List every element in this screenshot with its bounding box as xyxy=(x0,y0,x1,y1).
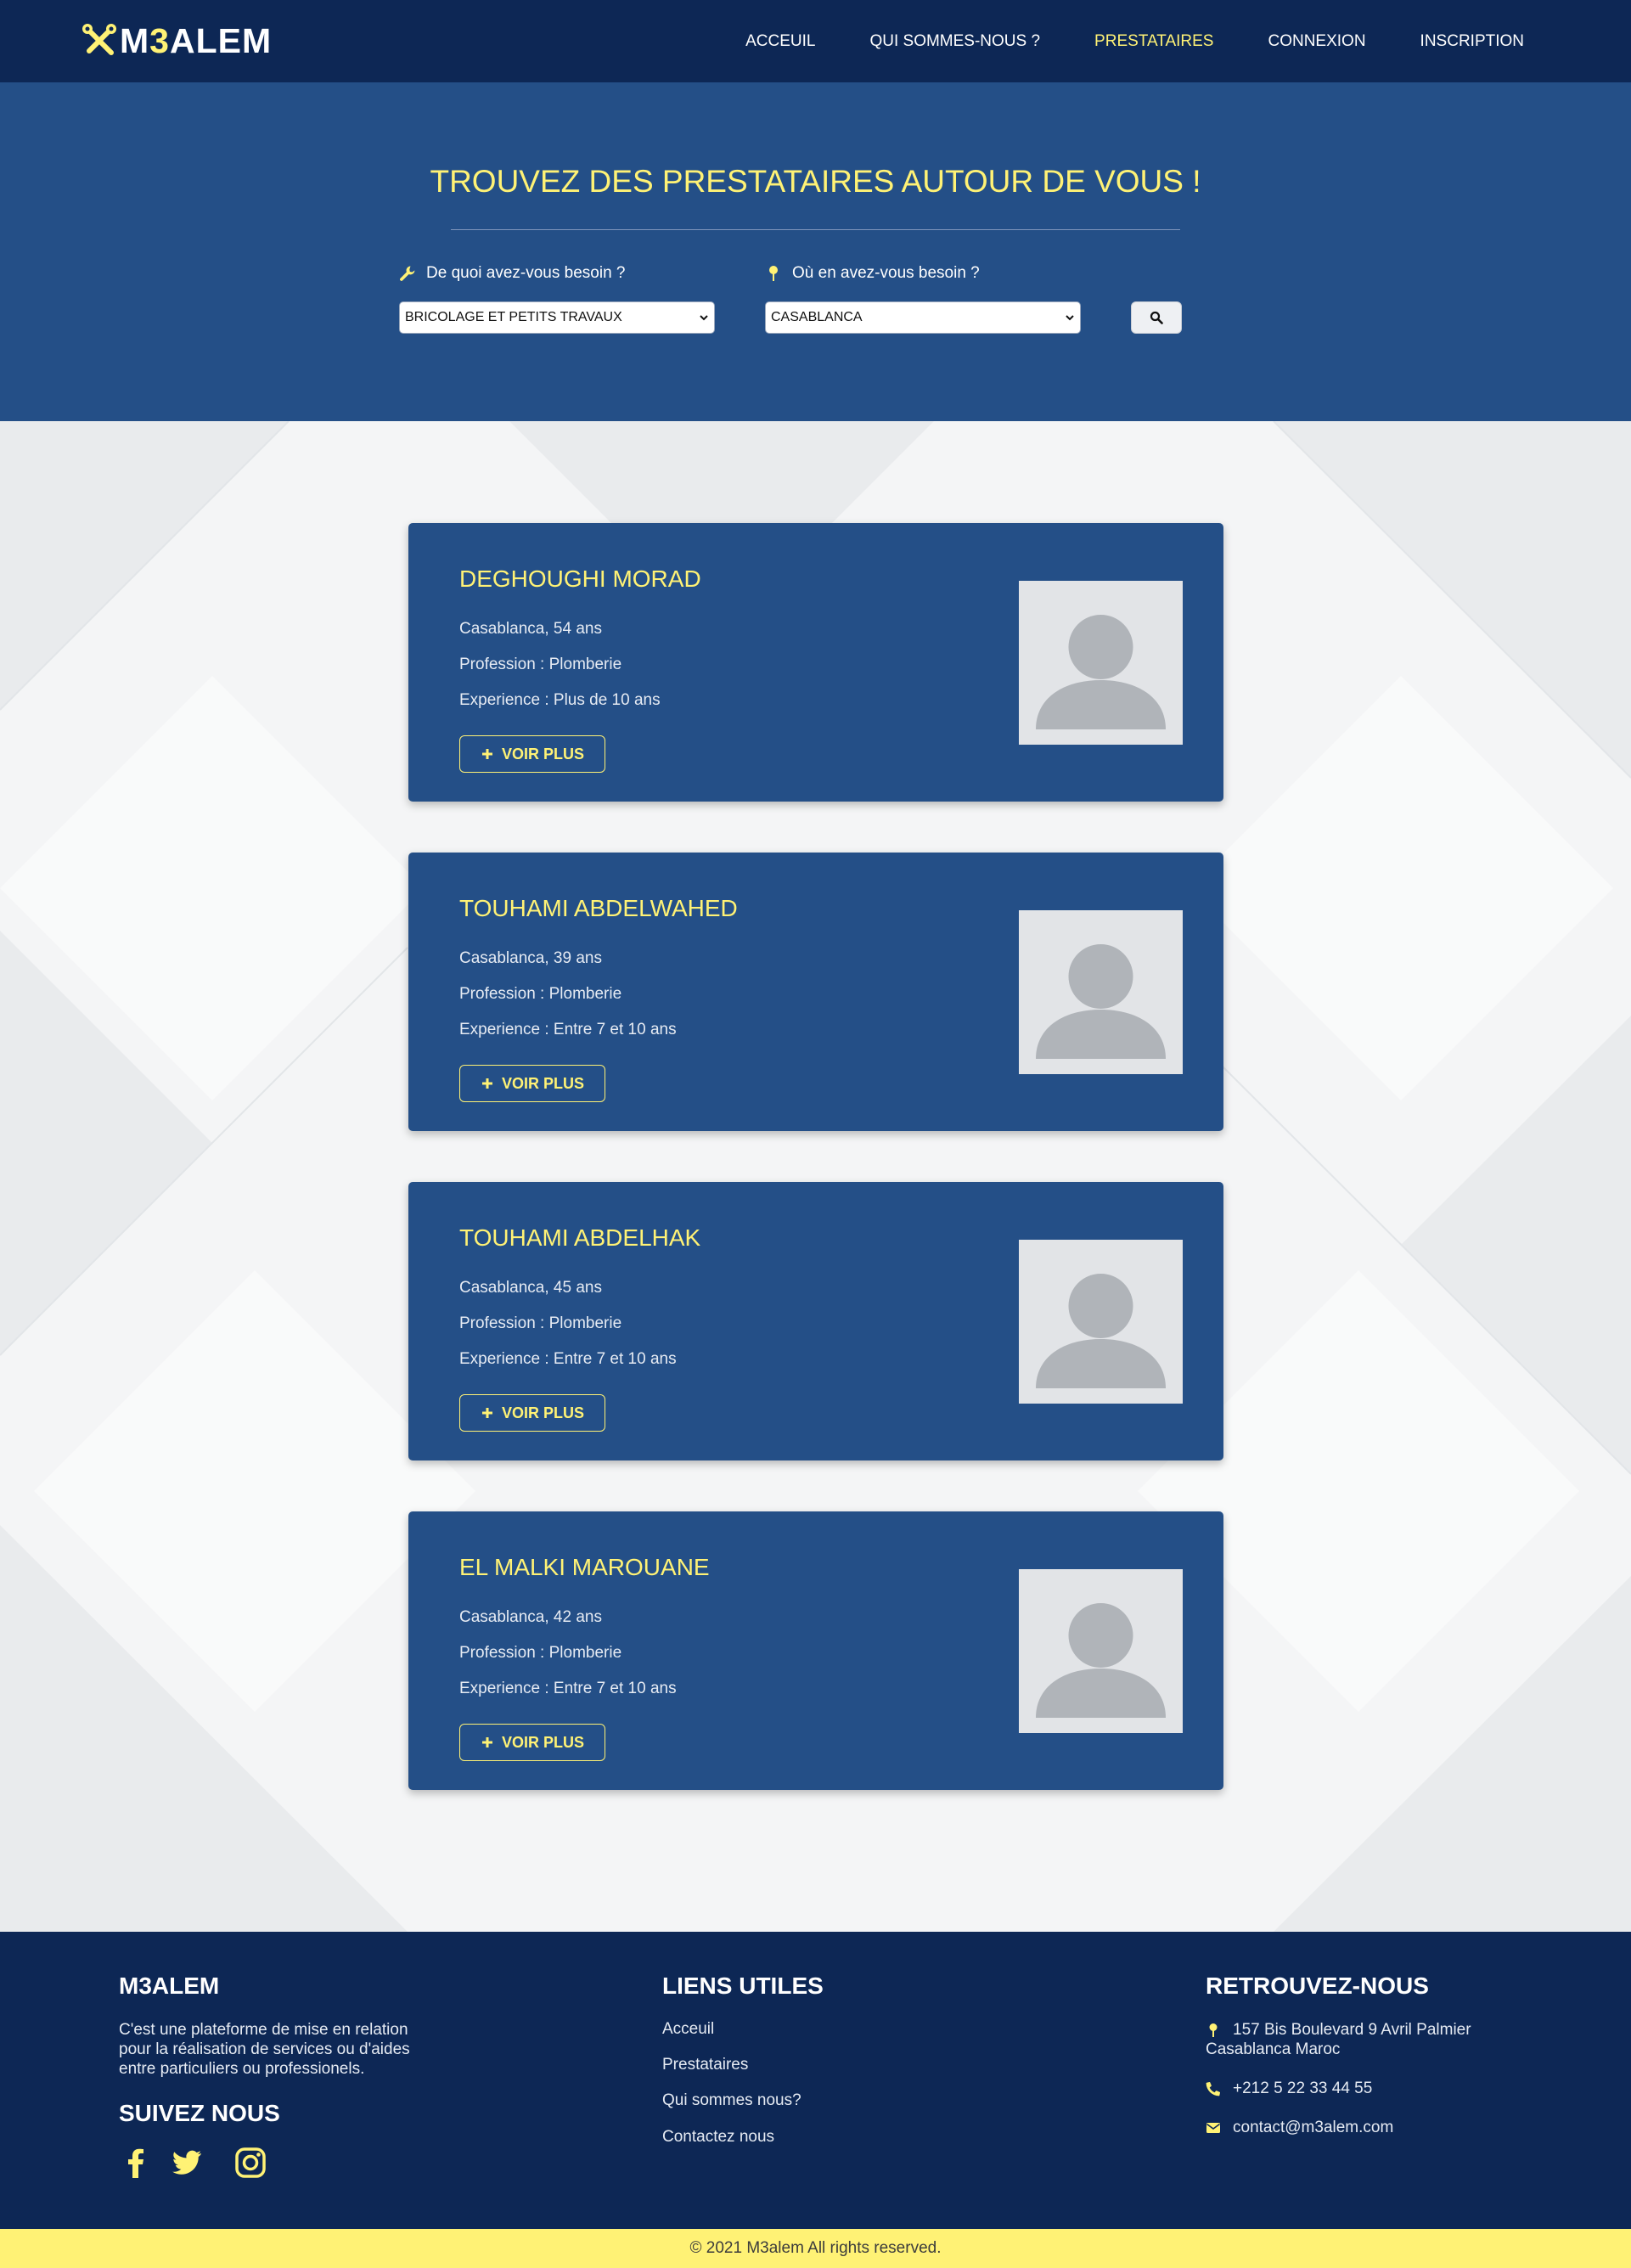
location-pin-icon xyxy=(769,266,778,281)
avatar xyxy=(1019,1569,1183,1733)
city-select[interactable]: CASABLANCA xyxy=(765,301,1081,334)
provider-experience: Experience : Entre 7 et 10 ans xyxy=(459,1680,677,1697)
nav-inscription[interactable]: INSCRIPTION xyxy=(1420,32,1524,51)
footer-about-title: M3ALEM xyxy=(119,1973,220,1999)
provider-location-age: Casablanca, 54 ans xyxy=(459,620,602,638)
provider-card: EL MALKI MAROUANE Casablanca, 42 ans Pro… xyxy=(408,1511,1223,1790)
provider-name[interactable]: TOUHAMI ABDELHAK xyxy=(459,1224,700,1252)
provider-profession: Profession : Plomberie xyxy=(459,985,622,1003)
provider-experience: Experience : Plus de 10 ans xyxy=(459,691,661,709)
copyright-bar: © 2021 M3alem All rights reserved. xyxy=(0,2229,1631,2268)
nav-acceuil[interactable]: ACCEUIL xyxy=(745,32,815,51)
footer-contact-title: RETROUVEZ-NOUS xyxy=(1206,1973,1429,1999)
search-button[interactable] xyxy=(1131,301,1182,334)
nav-prestataires[interactable]: PRESTATAIRES xyxy=(1094,32,1213,51)
voir-plus-button[interactable]: VOIR PLUS xyxy=(459,735,605,773)
footer-about-text: pour la réalisation de services ou d'aid… xyxy=(119,2040,410,2058)
nav-connexion[interactable]: CONNEXION xyxy=(1268,32,1365,51)
phone-icon xyxy=(1206,2081,1221,2096)
need-label: De quoi avez-vous besoin ? xyxy=(399,264,625,283)
footer-about-text: entre particuliers ou professionels. xyxy=(119,2060,365,2078)
facebook-icon[interactable] xyxy=(119,2146,153,2180)
twitter-icon[interactable] xyxy=(170,2146,204,2180)
address-line: Casablanca Maroc xyxy=(1206,2040,1341,2058)
provider-card: DEGHOUGHI MORAD Casablanca, 54 ans Profe… xyxy=(408,523,1223,802)
footer-links-title: LIENS UTILES xyxy=(662,1973,824,1999)
footer-link-prestataires[interactable]: Prestataires xyxy=(662,2056,748,2074)
hero-title: TROUVEZ DES PRESTATAIRES AUTOUR DE VOUS … xyxy=(430,164,1201,199)
voir-plus-button[interactable]: VOIR PLUS xyxy=(459,1394,605,1432)
plus-icon xyxy=(481,1737,492,1747)
footer-phone: +212 5 22 33 44 55 xyxy=(1206,2079,1372,2098)
voir-plus-button[interactable]: VOIR PLUS xyxy=(459,1724,605,1761)
chevron-down-icon xyxy=(700,315,708,321)
brand-logo[interactable]: M3ALEM xyxy=(81,19,272,63)
footer-address: 157 Bis Boulevard 9 Avril Palmier Casabl… xyxy=(1206,2020,1471,2059)
wrench-icon xyxy=(400,266,415,281)
tools-icon xyxy=(82,24,116,55)
location-pin-icon xyxy=(1209,2023,1218,2037)
main-nav: ACCEUIL QUI SOMMES-NOUS ? PRESTATAIRES C… xyxy=(691,0,1524,82)
avatar xyxy=(1019,1240,1183,1404)
search-icon xyxy=(1150,311,1163,324)
address-line: 157 Bis Boulevard 9 Avril Palmier xyxy=(1233,2021,1471,2039)
providers-list: DEGHOUGHI MORAD Casablanca, 54 ans Profe… xyxy=(0,421,1631,1932)
footer-link-acceuil[interactable]: Acceuil xyxy=(662,2020,714,2039)
copyright-text: © 2021 M3alem All rights reserved. xyxy=(689,2239,942,2257)
envelope-icon xyxy=(1206,2123,1220,2133)
where-label: Où en avez-vous besoin ? xyxy=(765,264,980,283)
voir-plus-button[interactable]: VOIR PLUS xyxy=(459,1065,605,1102)
user-placeholder-icon xyxy=(1036,944,1166,1059)
nav-qui-sommes-nous[interactable]: QUI SOMMES-NOUS ? xyxy=(869,32,1040,51)
search-hero: TROUVEZ DES PRESTATAIRES AUTOUR DE VOUS … xyxy=(0,82,1631,421)
footer-follow-title: SUIVEZ NOUS xyxy=(119,2100,280,2126)
provider-location-age: Casablanca, 42 ans xyxy=(459,1608,602,1626)
top-navbar: M3ALEM ACCEUIL QUI SOMMES-NOUS ? PRESTAT… xyxy=(0,0,1631,82)
provider-card: TOUHAMI ABDELHAK Casablanca, 45 ans Prof… xyxy=(408,1182,1223,1460)
provider-experience: Experience : Entre 7 et 10 ans xyxy=(459,1350,677,1368)
plus-icon xyxy=(481,1408,492,1418)
hero-divider xyxy=(451,229,1180,230)
footer-email[interactable]: contact@m3alem.com xyxy=(1206,2118,1393,2137)
user-placeholder-icon xyxy=(1036,615,1166,729)
plus-icon xyxy=(481,1078,492,1089)
provider-name[interactable]: TOUHAMI ABDELWAHED xyxy=(459,895,738,922)
footer-about-text: C'est une plateforme de mise en relation xyxy=(119,2021,408,2039)
provider-name[interactable]: EL MALKI MAROUANE xyxy=(459,1554,710,1581)
instagram-icon[interactable] xyxy=(233,2146,267,2180)
brand-name: M3ALEM xyxy=(120,20,273,60)
footer-link-contactez-nous[interactable]: Contactez nous xyxy=(662,2128,774,2147)
avatar xyxy=(1019,581,1183,745)
footer-link-qui-sommes-nous[interactable]: Qui sommes nous? xyxy=(662,2091,801,2110)
chevron-down-icon xyxy=(1066,315,1074,321)
provider-name[interactable]: DEGHOUGHI MORAD xyxy=(459,566,701,593)
provider-profession: Profession : Plomberie xyxy=(459,1314,622,1332)
user-placeholder-icon xyxy=(1036,1603,1166,1718)
provider-profession: Profession : Plomberie xyxy=(459,656,622,673)
user-placeholder-icon xyxy=(1036,1274,1166,1388)
avatar xyxy=(1019,910,1183,1074)
plus-icon xyxy=(481,749,492,759)
provider-profession: Profession : Plomberie xyxy=(459,1644,622,1662)
provider-location-age: Casablanca, 45 ans xyxy=(459,1279,602,1297)
service-select[interactable]: BRICOLAGE ET PETITS TRAVAUX xyxy=(399,301,715,334)
provider-card: TOUHAMI ABDELWAHED Casablanca, 39 ans Pr… xyxy=(408,853,1223,1131)
provider-location-age: Casablanca, 39 ans xyxy=(459,949,602,967)
provider-experience: Experience : Entre 7 et 10 ans xyxy=(459,1021,677,1038)
